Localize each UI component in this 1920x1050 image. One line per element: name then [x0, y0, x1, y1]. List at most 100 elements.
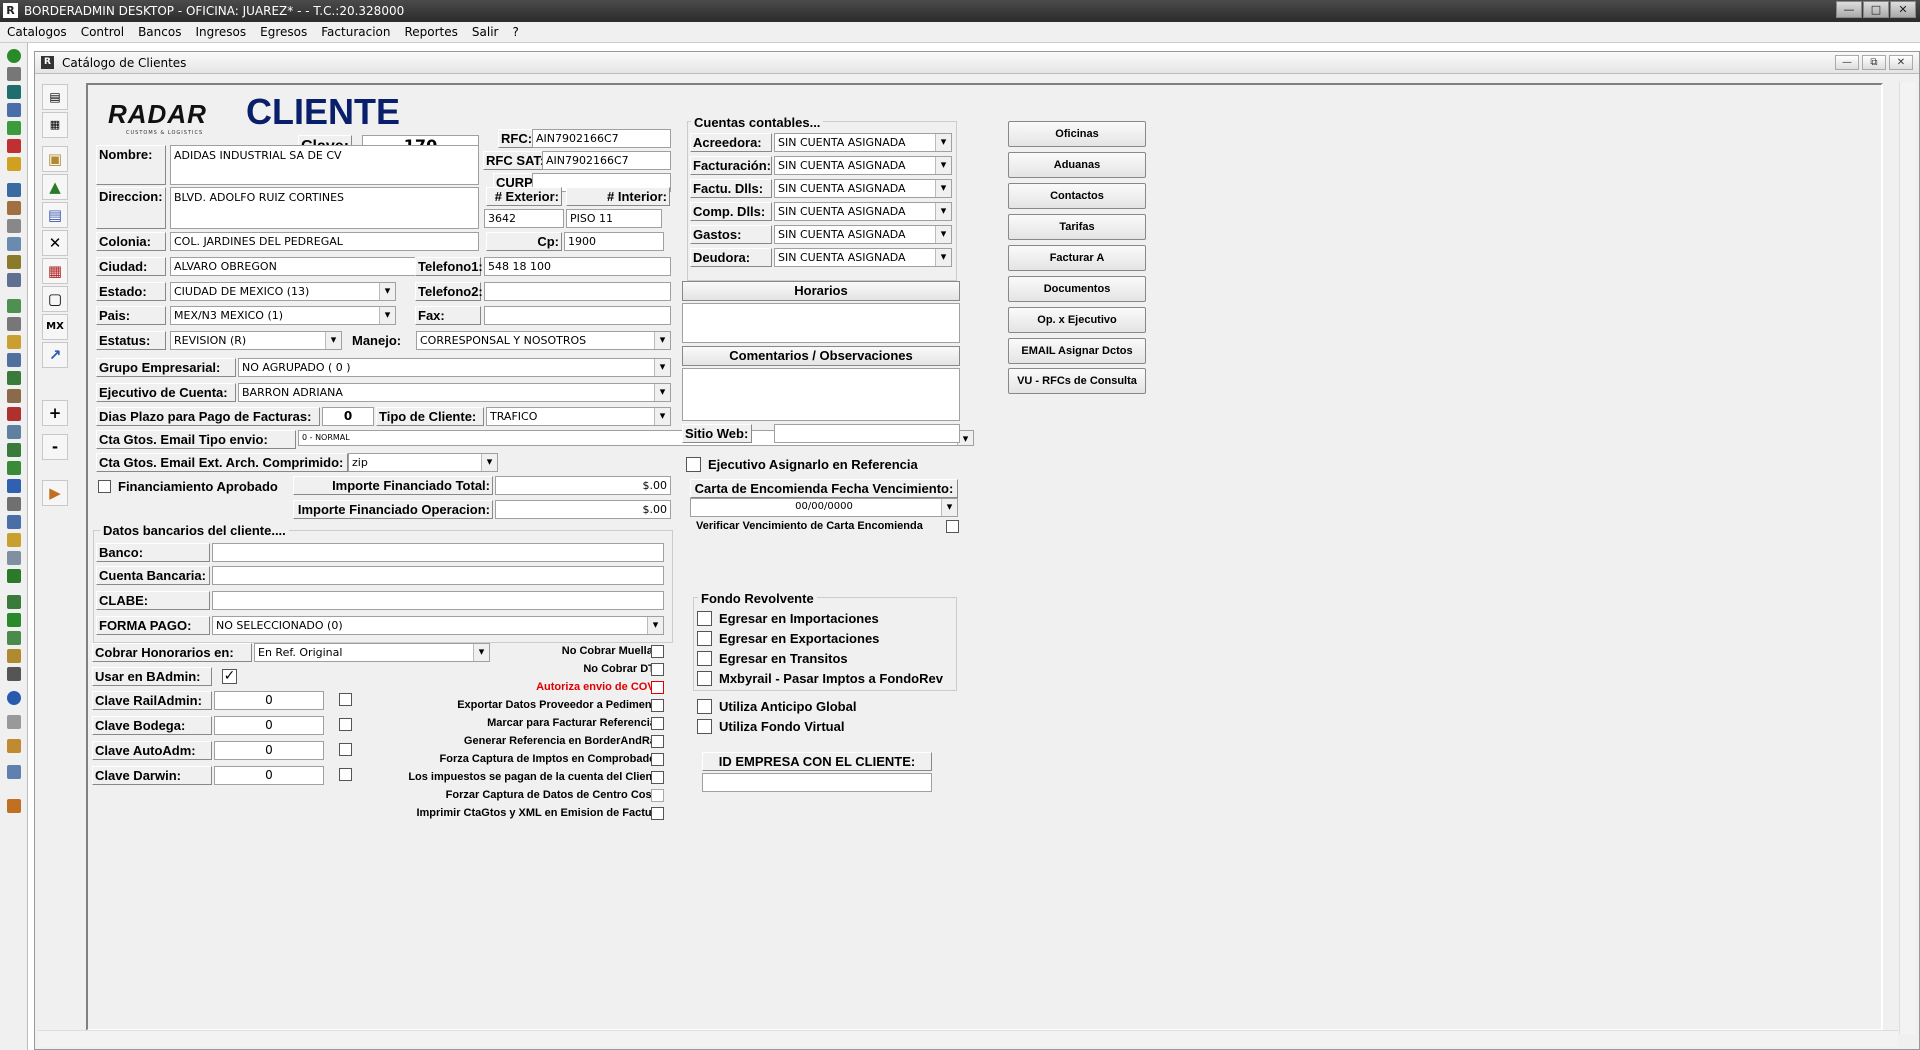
- financiamiento-checkbox[interactable]: [98, 480, 111, 493]
- clave-darwin-checkbox[interactable]: [339, 768, 352, 781]
- clave-autoadm-field[interactable]: 0: [214, 741, 324, 760]
- child-restore-button[interactable]: ⧉: [1862, 55, 1886, 70]
- telefono1-field[interactable]: 548 18 100: [484, 257, 671, 276]
- option-checkbox[interactable]: [651, 663, 664, 676]
- option-checkbox[interactable]: [651, 645, 664, 658]
- menu-help[interactable]: ?: [505, 25, 525, 39]
- tipo-cliente-select[interactable]: TRAFICO: [486, 407, 671, 426]
- horizontal-scrollbar[interactable]: [38, 1030, 1898, 1047]
- export-icon[interactable]: ↗: [42, 342, 68, 368]
- menu-catalogos[interactable]: Catalogos: [0, 25, 74, 39]
- network-icon[interactable]: [7, 631, 21, 645]
- bell-icon[interactable]: [7, 67, 21, 81]
- xy-icon[interactable]: [7, 299, 21, 313]
- colonia-field[interactable]: COL. JARDINES DEL PEDREGAL: [170, 232, 479, 251]
- cuenta-field[interactable]: [212, 566, 664, 585]
- scale-icon[interactable]: [7, 389, 21, 403]
- cp-field[interactable]: 1900: [564, 232, 664, 251]
- direccion-field[interactable]: BLVD. ADOLFO RUIZ CORTINES: [170, 187, 479, 229]
- option-checkbox[interactable]: [651, 717, 664, 730]
- fondo-transitos-checkbox[interactable]: [697, 651, 712, 666]
- clave-bodega-checkbox[interactable]: [339, 718, 352, 731]
- print-icon[interactable]: [7, 497, 21, 511]
- tarifas-button[interactable]: Tarifas: [1008, 214, 1146, 240]
- child-close-button[interactable]: ✕: [1889, 55, 1913, 70]
- mx-button[interactable]: MX: [42, 314, 68, 340]
- info-icon[interactable]: [7, 691, 21, 705]
- menu-salir[interactable]: Salir: [465, 25, 506, 39]
- cash-icon[interactable]: [7, 121, 21, 135]
- exit-icon[interactable]: ▶: [42, 480, 68, 506]
- option-checkbox[interactable]: [651, 681, 664, 694]
- menu-ingresos[interactable]: Ingresos: [188, 25, 253, 39]
- email-asignar-button[interactable]: EMAIL Asignar Dctos: [1008, 338, 1146, 364]
- rfc-field[interactable]: AIN7902166C7: [532, 129, 671, 148]
- exterior-field[interactable]: 3642: [484, 209, 564, 228]
- menu-bancos[interactable]: Bancos: [131, 25, 188, 39]
- estado-select[interactable]: CIUDAD DE MEXICO (13): [170, 282, 396, 301]
- banco-field[interactable]: [212, 543, 664, 562]
- route-icon[interactable]: [7, 443, 21, 457]
- cuenta-acreedora-select[interactable]: SIN CUENTA ASIGNADA: [774, 133, 952, 152]
- documentos-button[interactable]: Documentos: [1008, 276, 1146, 302]
- sitio-web-field[interactable]: [774, 424, 960, 443]
- ejecutivo-select[interactable]: BARRON ADRIANA: [238, 383, 671, 402]
- cuenta-comp-dlls-select[interactable]: SIN CUENTA ASIGNADA: [774, 202, 952, 221]
- rfc-sat-field[interactable]: AIN7902166C7: [542, 151, 671, 170]
- verificar-carta-checkbox[interactable]: [946, 520, 959, 533]
- grupo-select[interactable]: NO AGRUPADO ( 0 ): [238, 358, 671, 377]
- clubs-icon[interactable]: [7, 569, 21, 583]
- truck-icon[interactable]: [7, 183, 21, 197]
- option-checkbox[interactable]: [651, 735, 664, 748]
- cancel-icon[interactable]: ✕: [42, 230, 68, 256]
- pen-icon[interactable]: [7, 201, 21, 215]
- minimize-button[interactable]: —: [1836, 1, 1862, 18]
- forma-pago-select[interactable]: NO SELECCIONADO (0): [212, 616, 664, 635]
- option-checkbox[interactable]: [651, 807, 664, 820]
- tool-icon[interactable]: [7, 139, 21, 153]
- folder-icon[interactable]: [7, 237, 21, 251]
- key-icon[interactable]: [7, 533, 21, 547]
- settings-icon[interactable]: [7, 371, 21, 385]
- vertical-scrollbar[interactable]: [1899, 82, 1916, 1034]
- option-checkbox[interactable]: [651, 789, 664, 802]
- package-icon[interactable]: [7, 479, 21, 493]
- cuenta-deudora-select[interactable]: SIN CUENTA ASIGNADA: [774, 248, 952, 267]
- list-icon[interactable]: [7, 425, 21, 439]
- document-icon[interactable]: [7, 103, 21, 117]
- child-minimize-button[interactable]: —: [1835, 55, 1859, 70]
- grid-icon[interactable]: [7, 407, 21, 421]
- nombre-field[interactable]: ADIDAS INDUSTRIAL SA DE CV: [170, 145, 479, 185]
- oficinas-button[interactable]: Oficinas: [1008, 121, 1146, 147]
- coins-icon[interactable]: [7, 739, 21, 753]
- interior-field[interactable]: PISO 11: [566, 209, 662, 228]
- exchange-icon[interactable]: [7, 649, 21, 663]
- print-icon[interactable]: ▢: [42, 286, 68, 312]
- importe-total-field[interactable]: $.00: [495, 476, 671, 495]
- contactos-button[interactable]: Contactos: [1008, 183, 1146, 209]
- horarios-field[interactable]: [682, 303, 960, 343]
- maximize-button[interactable]: □: [1863, 1, 1889, 18]
- menu-facturacion[interactable]: Facturacion: [314, 25, 397, 39]
- clave-railadmin-field[interactable]: 0: [214, 691, 324, 710]
- clave-autoadm-checkbox[interactable]: [339, 743, 352, 756]
- folder-open-icon[interactable]: [7, 335, 21, 349]
- function-icon[interactable]: [7, 667, 21, 681]
- op-ejecutivo-button[interactable]: Op. x Ejecutivo: [1008, 307, 1146, 333]
- minus-button[interactable]: -: [42, 434, 68, 460]
- bus-icon[interactable]: [7, 273, 21, 287]
- telefono2-field[interactable]: [484, 282, 671, 301]
- importe-oper-field[interactable]: $.00: [495, 500, 671, 519]
- menu-egresos[interactable]: Egresos: [253, 25, 314, 39]
- calculator-icon[interactable]: [7, 157, 21, 171]
- comentarios-field[interactable]: [682, 368, 960, 421]
- fax-field[interactable]: [484, 306, 671, 325]
- cuenta-gastos-select[interactable]: SIN CUENTA ASIGNADA: [774, 225, 952, 244]
- dias-field[interactable]: 0: [322, 407, 374, 426]
- option-checkbox[interactable]: [651, 699, 664, 712]
- ejecutivo-referencia-checkbox[interactable]: [686, 457, 701, 472]
- clave-railadmin-checkbox[interactable]: [339, 693, 352, 706]
- number-icon[interactable]: [7, 551, 21, 565]
- option-checkbox[interactable]: [651, 771, 664, 784]
- gear-icon[interactable]: [7, 219, 21, 233]
